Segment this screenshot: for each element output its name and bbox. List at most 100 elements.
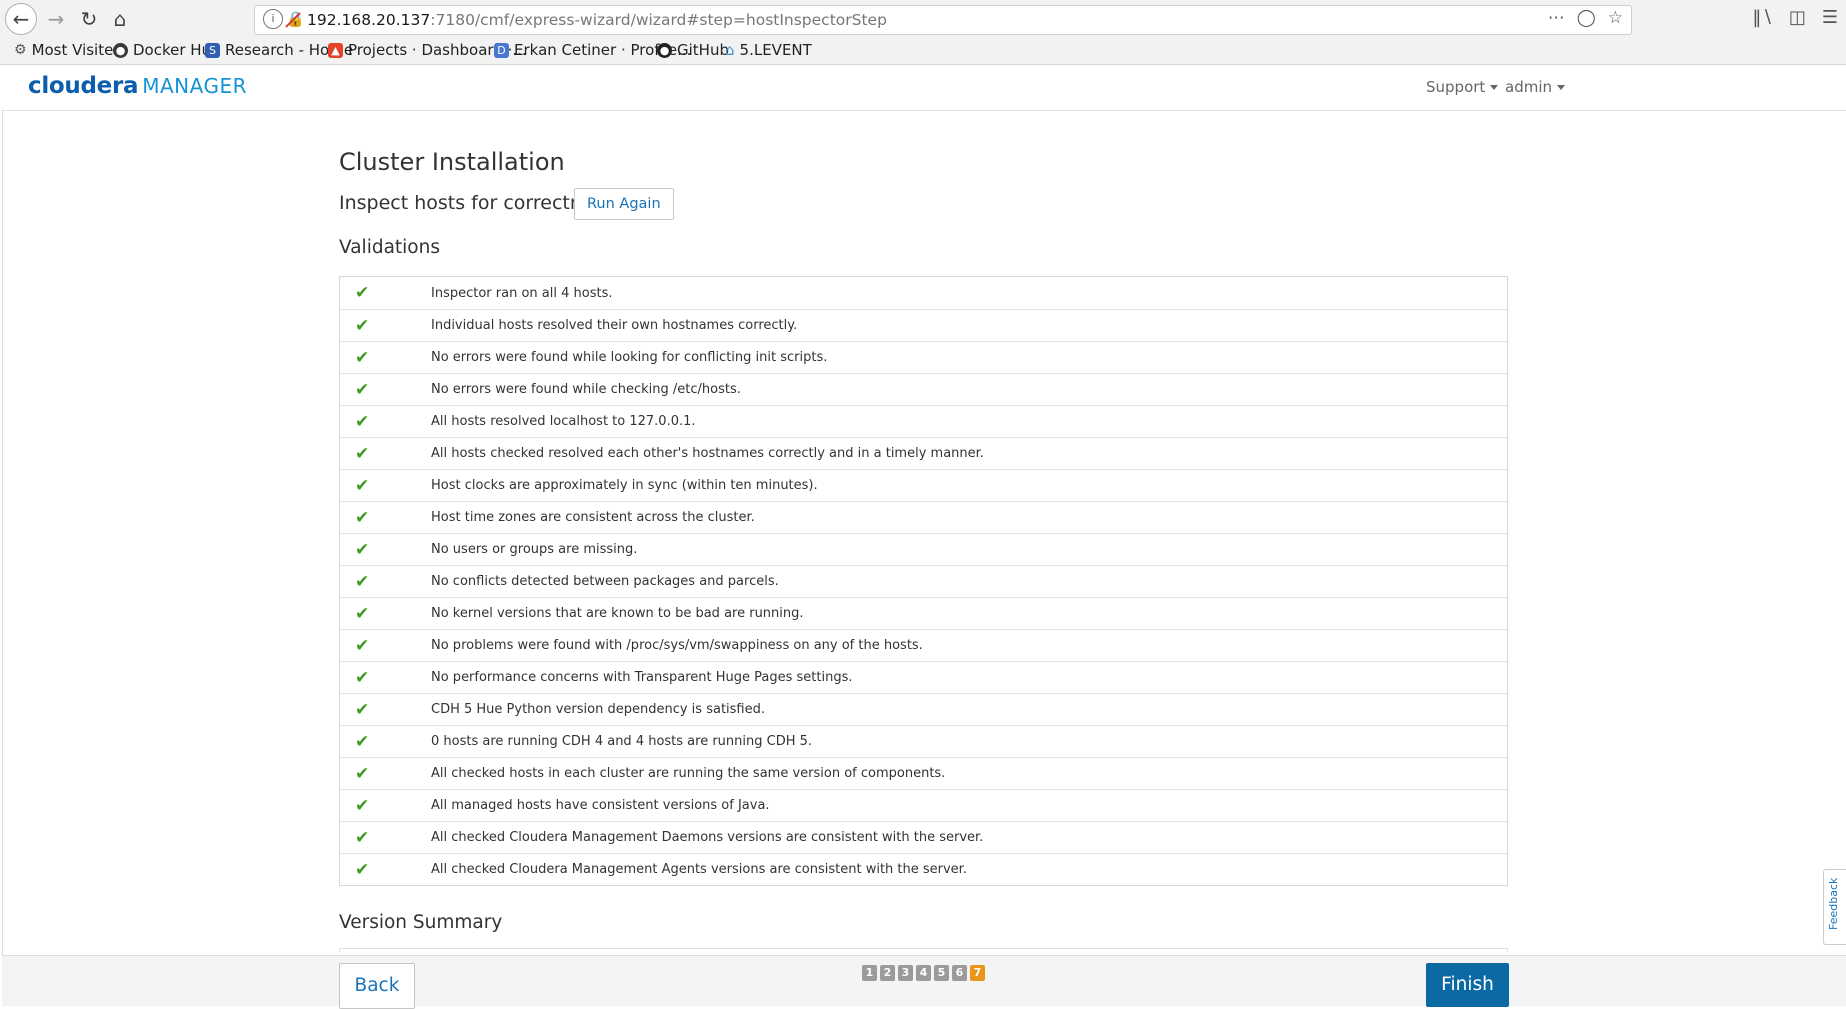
browser-toolbar: ← → ↻ ⌂ i 🔒 192.168.20.137:7180/cmf/expr… [0,0,1846,38]
check-icon: ✔ [355,827,370,848]
support-label: Support [1426,78,1486,96]
step-subtitle: Inspect hosts for correctness [339,192,614,214]
check-icon: ✔ [355,315,370,336]
url-text[interactable]: 192.168.20.137:7180/cmf/express-wizard/w… [307,11,887,29]
logo-sub: MANAGER [142,74,247,98]
check-icon: ✔ [355,507,370,528]
validation-row: ✔ No performance concerns with Transparen… [340,661,1507,693]
feedback-tab[interactable]: Feedback [1823,869,1846,945]
validation-row: ✔ No conflicts detected between packages … [340,565,1507,597]
github-icon: ● [657,42,672,58]
version-summary-box [339,948,1508,952]
support-menu[interactable]: Support [1426,78,1499,96]
validation-text: No conflicts detected between packages a… [431,574,779,589]
home-icon[interactable]: ⌂ [106,5,134,33]
bookmark-most-visited[interactable]: ⚙ Most Visited [14,41,123,59]
check-icon: ✔ [355,283,370,303]
bookmark-star-icon[interactable]: ☆ [1608,8,1623,28]
validation-text: All hosts resolved localhost to 127.0.0.… [431,414,696,429]
check-icon: ✔ [355,571,370,592]
wizard-footer: Back 1234567 Finish [2,955,1846,1009]
check-icon: ✔ [355,475,370,496]
browser-menu-area: ‖∖ ◫ ☰ [1752,7,1838,28]
step-indicator: 4 [916,965,931,981]
bookmark-label: 5.LEVENT [739,41,812,59]
finish-button[interactable]: Finish [1426,963,1509,1007]
validation-row: ✔ Host time zones are consistent across t… [340,501,1507,533]
app-header: cloudera MANAGER Support admin [2,65,1846,111]
validation-row: ✔ All hosts checked resolved each other's… [340,437,1507,469]
bookmark-github[interactable]: ● GitHub [657,41,729,59]
validations-table: ✔ Inspector ran on all 4 hosts. ✔ Individua… [339,276,1508,886]
validation-row: ✔ All managed hosts have consistent versi… [340,789,1507,821]
url-actions: ⋯ ◯ ☆ [1548,8,1623,28]
validation-row: ✔ All checked hosts in each cluster are r… [340,757,1507,789]
hamburger-menu-icon[interactable]: ☰ [1822,7,1838,28]
check-icon: ✔ [355,443,370,464]
check-icon: ✔ [355,635,370,656]
check-icon: ✔ [355,859,370,880]
url-bar[interactable]: i 🔒 192.168.20.137:7180/cmf/express-wiza… [254,5,1632,35]
back-button[interactable]: Back [339,963,415,1009]
bookmark-label: GitHub [677,41,729,59]
validation-row: ✔ Inspector ran on all 4 hosts. [340,277,1507,309]
validation-text: Inspector ran on all 4 hosts. [431,285,613,301]
validation-row: ✔ No kernel versions that are known to be… [340,597,1507,629]
cloudera-manager-logo[interactable]: cloudera MANAGER [28,73,247,99]
check-icon: ✔ [355,731,370,752]
validation-text: No problems were found with /proc/sys/vm… [431,638,923,653]
validation-row: ✔ All checked Cloudera Management Daemons… [340,821,1507,853]
caret-down-icon [1557,85,1565,90]
back-arrow-icon[interactable]: ← [5,3,37,35]
run-again-button[interactable]: Run Again [574,188,674,220]
bookmark-5-levent[interactable]: ⌂ 5.LEVENT [725,41,812,59]
page-left-border [2,110,3,955]
more-actions-icon[interactable]: ⋯ [1548,8,1565,28]
step-indicator: 7 [970,965,985,981]
sidebar-icon[interactable]: ◫ [1789,7,1806,28]
validation-text: No performance concerns with Transparent… [431,670,853,685]
step-indicator: 5 [934,965,949,981]
validation-row: ✔ No users or groups are missing. [340,533,1507,565]
page-title: Cluster Installation [339,148,565,176]
wizard-steps: 1234567 [862,965,985,981]
url-path: :7180/cmf/express-wizard/wizard#step=hos… [430,11,887,29]
check-icon: ✔ [355,539,370,560]
user-menu[interactable]: admin [1505,78,1565,96]
validation-text: Individual hosts resolved their own host… [431,318,798,333]
reload-icon[interactable]: ↻ [75,5,103,33]
validation-text: CDH 5 Hue Python version dependency is s… [431,702,765,717]
bookmarks-bar: ⚙ Most Visited ● Docker Hub S Research - Ho… [0,38,1846,65]
gear-icon: ⚙ [14,42,27,58]
validation-text: Host time zones are consistent across th… [431,510,755,525]
docker-icon: ● [113,42,128,58]
caret-down-icon [1490,85,1499,90]
check-icon: ✔ [355,411,370,432]
pocket-icon[interactable]: ◯ [1577,8,1596,28]
check-icon: ✔ [355,347,370,368]
info-icon[interactable]: i [263,9,283,29]
validation-text: No kernel versions that are known to be … [431,606,804,621]
library-icon[interactable]: ‖∖ [1752,7,1772,28]
validation-text: All hosts checked resolved each other's … [431,446,984,461]
validation-row: ✔ All checked Cloudera Management Agents … [340,853,1507,885]
validation-text: All checked hosts in each cluster are ru… [431,766,946,781]
check-icon: ✔ [355,763,370,784]
check-icon: ✔ [355,699,370,720]
validations-title: Validations [339,237,440,258]
validation-text: No errors were found while checking /etc… [431,382,741,397]
validation-text: No users or groups are missing. [431,542,638,557]
validation-row: ✔ No problems were found with /proc/sys/v… [340,629,1507,661]
validation-row: ✔ No errors were found while looking for … [340,341,1507,373]
check-icon: ✔ [355,603,370,624]
validation-row: ✔ 0 hosts are running CDH 4 and 4 hosts a… [340,725,1507,757]
profile-icon: D [494,42,509,58]
user-label: admin [1505,78,1552,96]
validation-row: ✔ CDH 5 Hue Python version dependency is … [340,693,1507,725]
forward-arrow-icon[interactable]: → [42,5,70,33]
validation-row: ✔ All hosts resolved localhost to 127.0.0… [340,405,1507,437]
check-icon: ✔ [355,795,370,816]
validation-row: ✔ No errors were found while checking /et… [340,373,1507,405]
step-indicator: 2 [880,965,895,981]
validation-text: All checked Cloudera Management Daemons … [431,830,984,845]
